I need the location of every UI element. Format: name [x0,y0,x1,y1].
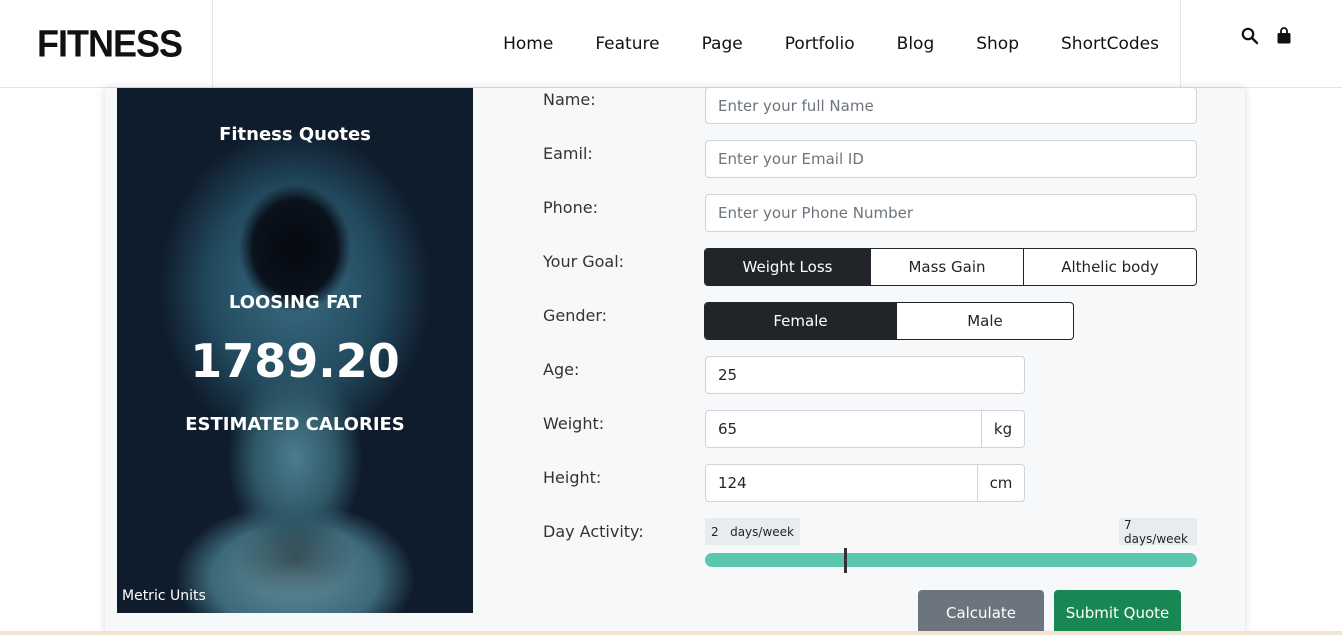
calculate-button[interactable]: Calculate [918,590,1044,635]
weight-input[interactable]: 65 [705,410,982,448]
calorie-label: ESTIMATED CALORIES [185,414,405,435]
activity-slider-thumb[interactable] [844,548,847,573]
goal-label: Your Goal: [543,252,625,271]
goal-option-weight-loss[interactable]: Weight Loss [705,249,871,285]
weight-unit: kg [981,410,1025,448]
height-input[interactable]: 124 [705,464,978,502]
site-header: FITNESS Home Feature Page Portfolio Blog… [0,0,1342,88]
nav-item-feature[interactable]: Feature [574,34,680,54]
hero-title: Fitness Quotes [219,124,371,145]
email-label: Eamil: [543,144,593,163]
height-label: Height: [543,468,602,487]
gender-option-male[interactable]: Male [897,303,1073,339]
activity-slider[interactable] [705,553,1197,567]
name-input[interactable]: Enter your full Name [705,87,1197,124]
submit-quote-button[interactable]: Submit Quote [1054,590,1181,635]
gender-option-female[interactable]: Female [705,303,897,339]
logo-container[interactable]: FITNESS [0,0,213,88]
age-input[interactable]: 25 [705,356,1025,394]
goal-option-athletic-body[interactable]: Althelic body [1024,249,1196,285]
units-label: Metric Units [122,588,206,604]
email-input[interactable]: Enter your Email ID [705,140,1197,178]
goal-selector: Weight Loss Mass Gain Althelic body [704,248,1197,286]
name-label: Name: [543,90,596,109]
activity-label: Day Activity: [543,522,644,541]
nav-item-shortcodes[interactable]: ShortCodes [1040,34,1180,54]
shopping-bag-icon[interactable] [1274,26,1294,46]
activity-max-label: 7 days/week [1119,518,1197,546]
weight-label: Weight: [543,414,605,433]
age-label: Age: [543,360,580,379]
header-icons [1240,26,1294,46]
calorie-result: 1789.20 [190,334,400,388]
search-icon[interactable] [1240,26,1260,46]
main-nav: Home Feature Page Portfolio Blog Shop Sh… [482,0,1180,88]
goal-option-mass-gain[interactable]: Mass Gain [871,249,1024,285]
nav-item-home[interactable]: Home [482,34,574,54]
hero-goal-text: LOOSING FAT [228,292,362,313]
phone-input[interactable]: Enter your Phone Number [705,194,1197,232]
page-bottom-edge [0,631,1342,635]
height-unit: cm [977,464,1025,502]
nav-item-portfolio[interactable]: Portfolio [764,34,876,54]
nav-item-blog[interactable]: Blog [876,34,956,54]
site-logo[interactable]: FITNESS [37,22,183,66]
nav-item-page[interactable]: Page [681,34,764,54]
gender-label: Gender: [543,306,608,325]
gender-selector: Female Male [704,302,1074,340]
nav-divider [1180,0,1181,88]
activity-min-label: 2 days/week [705,518,800,545]
phone-label: Phone: [543,198,598,217]
nav-item-shop[interactable]: Shop [955,34,1040,54]
fitness-photo-panel: Fitness Quotes LOOSING FAT 1789.20 ESTIM… [117,88,473,613]
